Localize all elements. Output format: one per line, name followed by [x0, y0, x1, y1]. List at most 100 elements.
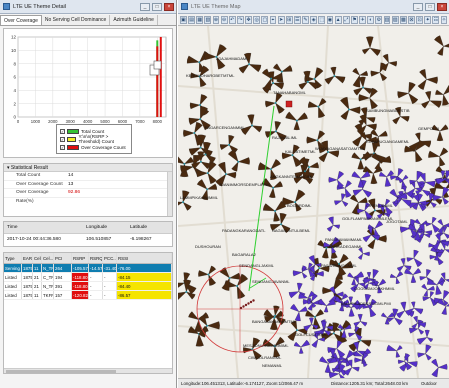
col-cellname[interactable]: Cel... — [42, 253, 54, 263]
site-label: JOGOTAML — [386, 219, 408, 224]
drive-test-point — [249, 300, 253, 304]
chart-bar — [159, 37, 162, 117]
frame-icon[interactable]: ▢ — [261, 15, 269, 24]
tab-azimuth-guideline[interactable]: Azimuth Guideline — [110, 15, 158, 25]
col-earfcn[interactable]: EAR... — [22, 253, 33, 263]
col-rsrp[interactable]: RSRP — [72, 253, 89, 263]
col-type[interactable]: Type — [4, 253, 22, 263]
zoom-in-icon[interactable]: ⊕ — [212, 15, 220, 24]
col-time[interactable]: Time — [4, 222, 86, 233]
flag-icon[interactable]: ⚑ — [351, 15, 358, 24]
map-canvas[interactable]: JGAJAHMADAML KEROMOHARGBETMTML TANAHABANGM… — [178, 26, 449, 378]
zoom-out-icon[interactable]: ⊖ — [220, 15, 228, 24]
plane-icon[interactable]: ✈ — [359, 15, 367, 24]
stat-label: Over Coverage Count — [16, 181, 63, 187]
cell-pcc: - — [103, 291, 117, 299]
y-tick-label: 6 — [13, 75, 16, 80]
col-latitude[interactable]: Latitude — [130, 222, 172, 233]
list-icon[interactable]: ☰ — [293, 15, 301, 24]
tab-over-coverage[interactable]: Over Coverage — [0, 15, 42, 25]
site-marker — [225, 173, 228, 176]
site-marker — [316, 139, 319, 142]
legend-item-threshold[interactable]: ✓ Y:\n\n(RSRP > Threshold) Count — [60, 134, 128, 144]
panel-c-icon[interactable]: ▩ — [399, 15, 407, 24]
map-minimize-button[interactable]: _ — [413, 2, 423, 11]
cell-earfcn: 1875 — [23, 291, 33, 299]
route-icon[interactable]: ➤ — [277, 15, 285, 24]
table-row[interactable]: Listed 1875 21 N_TR... 391 -118.80 - - -… — [4, 282, 172, 291]
stat-value: 92.86 — [68, 190, 81, 195]
col-pci[interactable]: PCI — [54, 253, 72, 263]
edit-icon[interactable]: ✎ — [302, 15, 309, 24]
layer-icon[interactable]: ▤ — [188, 15, 195, 24]
col-pcc[interactable]: PCC... — [103, 253, 117, 263]
star-icon[interactable]: ✦ — [424, 15, 432, 24]
map-title: LTE UE Theme Map — [191, 3, 241, 10]
redo-icon[interactable]: ↷ — [236, 15, 244, 24]
legend-checkbox[interactable]: ✓ — [60, 136, 65, 142]
settings-icon[interactable]: ⚙ — [375, 15, 383, 24]
map-close-button[interactable]: × — [437, 2, 447, 11]
up-icon[interactable]: ▲ — [334, 15, 342, 24]
cell-type: Listed — [4, 273, 22, 281]
legend-icon[interactable]: ▧ — [204, 15, 212, 24]
site-label: GOGOSMJORKHMML — [354, 286, 396, 291]
legend-checkbox[interactable]: ✓ — [60, 144, 65, 150]
window-icon[interactable]: ⊡ — [416, 15, 424, 24]
table-row[interactable]: Listed 1875 11 TKFR... 157 -120.82 - - -… — [4, 291, 172, 300]
cell-rssi: -76.00 — [117, 264, 172, 272]
chart-marker-icon — [153, 60, 162, 70]
site-marker — [185, 290, 188, 293]
statistics-header[interactable]: ▾ Statistical Result — [4, 164, 172, 172]
col-cellid[interactable]: CellID — [33, 253, 42, 263]
pan-icon[interactable]: ✥ — [245, 15, 252, 24]
map-svg[interactable]: JGAJAHMADAML KEROMOHARGBETMTML TANAHABANGM… — [178, 26, 449, 378]
undo-icon[interactable]: ↶ — [228, 15, 236, 24]
site-marker — [317, 105, 320, 108]
fit-icon[interactable]: ⤢ — [342, 15, 350, 24]
cells-icon[interactable]: ☷ — [432, 15, 440, 24]
legend-checkbox[interactable]: ✓ — [60, 128, 65, 134]
site-marker — [274, 101, 277, 104]
site-marker — [359, 158, 362, 161]
table-row[interactable]: Listed 1875 21 C_TN... 194 -118.80 - - -… — [4, 273, 172, 282]
stat-value: 14 — [68, 173, 74, 178]
panel-a-icon[interactable]: ▥ — [383, 15, 391, 24]
grid-horizontal-scrollbar[interactable] — [4, 368, 172, 373]
stat-row: Over Coverage Rate(%) 92.86 — [4, 189, 172, 204]
shape-icon[interactable]: ◈ — [310, 15, 318, 24]
locate-icon[interactable]: ⌖ — [269, 15, 277, 24]
cell-rssi: -84.40 — [117, 282, 172, 290]
site-label: ANGKANNTEMANGIML — [270, 174, 314, 179]
minimize-button[interactable]: _ — [140, 2, 150, 11]
longitude-value: 106.510857 — [86, 237, 112, 242]
map-maximize-button[interactable]: □ — [425, 2, 435, 11]
clear-icon[interactable]: ⊠ — [408, 15, 415, 24]
legend-label: Over Coverage Count — [81, 144, 126, 150]
maximize-button[interactable]: □ — [152, 2, 162, 11]
legend-item-over-coverage[interactable]: ✓ Over Coverage Count — [60, 143, 128, 151]
point-icon[interactable]: ◉ — [326, 15, 334, 24]
statistical-result: ▾ Statistical Result Total Count 14 Over… — [3, 163, 173, 217]
center-icon[interactable]: ◎ — [253, 15, 261, 24]
col-rsrq[interactable]: RSRQ — [89, 253, 103, 263]
grid-icon[interactable]: ▦ — [196, 15, 204, 24]
stats-scrollbar[interactable] — [167, 172, 172, 216]
tab-no-serving-cell-dominance[interactable]: No Serving Cell Dominance — [42, 15, 111, 25]
box-select-icon[interactable]: ⬚ — [318, 15, 326, 24]
ue-theme-detail-panel: LTE UE Theme Detail _ □ × Over Coverage … — [0, 0, 177, 388]
col-rssi[interactable]: RSSI — [117, 253, 172, 263]
sparkle-icon[interactable]: ✧ — [440, 15, 448, 24]
cell-pci: 157 — [54, 291, 72, 299]
panel-b-icon[interactable]: ▨ — [391, 15, 399, 24]
select-icon[interactable]: ▣ — [180, 15, 187, 24]
table-row[interactable]: Serving 1875 11 N_TN... 264 -105.57 -14.… — [4, 264, 172, 273]
close-button[interactable]: × — [164, 2, 174, 11]
site-label: PASARMINGGMML — [321, 263, 357, 268]
col-longitude[interactable]: Longitude — [86, 222, 130, 233]
position-header-row: Time Longitude Latitude — [4, 222, 172, 234]
contrast-icon[interactable]: ◐ — [367, 15, 375, 24]
table-icon[interactable]: ⊞ — [285, 15, 293, 24]
site-marker — [280, 70, 283, 73]
scrollbar-thumb[interactable] — [6, 370, 116, 373]
